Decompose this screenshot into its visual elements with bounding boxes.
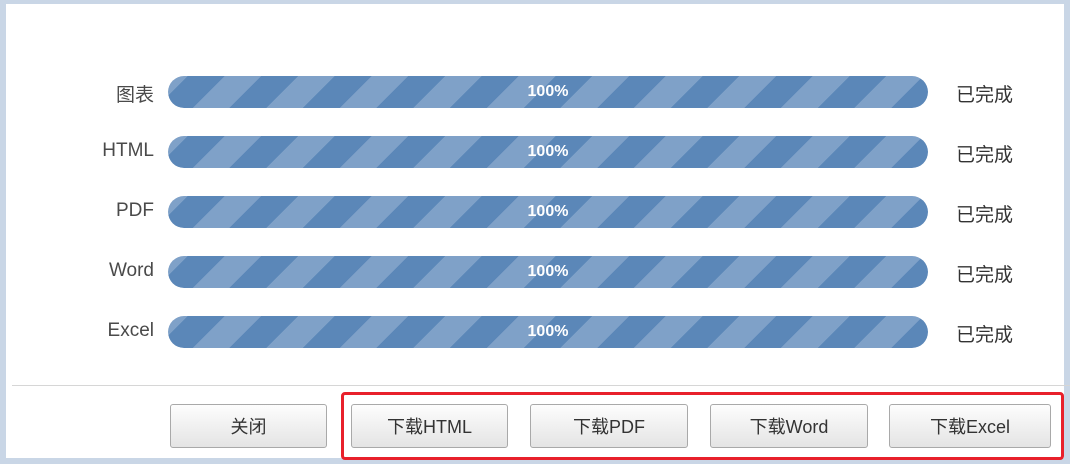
progress-bar: 100%	[168, 136, 928, 168]
download-html-button[interactable]: 下载HTML	[351, 404, 508, 448]
progress-percent: 100%	[527, 143, 569, 160]
progress-status: 已完成	[956, 325, 1014, 346]
progress-bar: 100%	[168, 316, 928, 348]
footer-divider	[12, 385, 1070, 386]
progress-status: 已完成	[956, 85, 1014, 106]
progress-row-word: Word 100% 已完成	[6, 255, 1064, 289]
progress-label: HTML	[102, 140, 154, 161]
progress-label: 图表	[115, 85, 154, 106]
progress-row-pdf: PDF 100% 已完成	[6, 195, 1064, 229]
close-button[interactable]: 关闭	[170, 404, 327, 448]
progress-row-chart: 图表 100% 已完成	[6, 75, 1064, 109]
progress-label: PDF	[116, 200, 154, 221]
export-dialog: 图表 100% 已完成 HTML 100% 已完成 PDF 100% 已完成 W…	[0, 0, 1070, 464]
progress-status: 已完成	[956, 205, 1014, 226]
progress-percent: 100%	[527, 83, 569, 100]
progress-percent: 100%	[527, 323, 569, 340]
progress-bar: 100%	[168, 256, 928, 288]
progress-bar: 100%	[168, 196, 928, 228]
progress-label: Excel	[107, 320, 154, 341]
progress-status: 已完成	[956, 265, 1014, 286]
download-word-button[interactable]: 下载Word	[710, 404, 868, 448]
download-excel-button[interactable]: 下载Excel	[889, 404, 1051, 448]
progress-label: Word	[108, 260, 154, 281]
progress-percent: 100%	[527, 263, 569, 280]
download-pdf-button[interactable]: 下载PDF	[530, 404, 688, 448]
progress-status: 已完成	[956, 145, 1014, 166]
progress-percent: 100%	[527, 203, 569, 220]
progress-row-html: HTML 100% 已完成	[6, 135, 1064, 169]
progress-row-excel: Excel 100% 已完成	[6, 315, 1064, 349]
progress-bar: 100%	[168, 76, 928, 108]
